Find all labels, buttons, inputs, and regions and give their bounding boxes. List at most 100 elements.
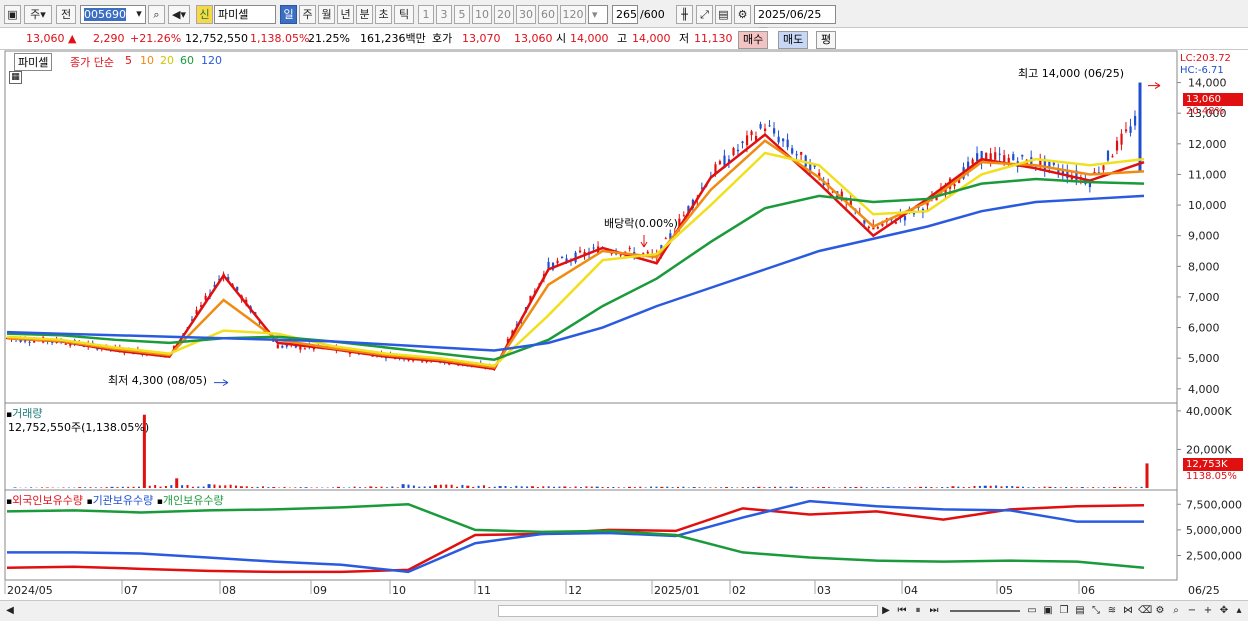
zoom-slider[interactable] [950, 610, 1020, 612]
reset-icon[interactable]: ▴ [1233, 604, 1245, 617]
volume-bar [412, 485, 415, 488]
save-icon[interactable]: ▤ [715, 5, 732, 24]
volume-bar [110, 486, 114, 488]
interval-5[interactable]: 5 [454, 5, 470, 24]
move-icon[interactable]: ✥ [1218, 604, 1230, 617]
split-icon[interactable]: ▣ [1042, 604, 1054, 617]
candle-body [682, 215, 685, 217]
interval-60[interactable]: 60 [538, 5, 558, 24]
tab-day[interactable]: 일 [280, 5, 297, 24]
volume-bar [137, 486, 140, 488]
volume-bar [375, 487, 378, 488]
date-input[interactable]: 2025/06/25 ▦ [754, 5, 836, 38]
eraser-icon[interactable]: ⌫ [1138, 604, 1152, 617]
search-icon[interactable]: ⌕ [148, 5, 165, 24]
volume-bar [121, 486, 124, 488]
volume-bar [844, 486, 847, 488]
candle-body [791, 148, 794, 154]
gear-icon[interactable]: ⚙ [734, 5, 751, 24]
tab-month[interactable]: 월 [318, 5, 335, 24]
volume-bar [741, 487, 744, 488]
volume-bar [827, 487, 830, 488]
volume-bar [1113, 487, 1117, 488]
volume-bar [132, 486, 135, 488]
volume-bar [498, 486, 502, 488]
interval-1[interactable]: 1 [418, 5, 434, 24]
volume-bar [1048, 486, 1052, 488]
interval-20[interactable]: 20 [494, 5, 514, 24]
legend-individual: 개인보유수량 [162, 494, 224, 507]
high-value: 14,000 [632, 32, 671, 45]
sell-button[interactable]: 매도 [778, 31, 809, 49]
interval-120[interactable]: 120 [560, 5, 586, 24]
candle-type-icon[interactable]: ╫ [676, 5, 693, 24]
line-tool-icon[interactable]: ⤡ [1090, 604, 1102, 617]
volume-bar [682, 486, 685, 488]
x-axis-label: 09 [313, 584, 327, 597]
x-axis-label: 04 [904, 584, 918, 597]
stock-name-field[interactable]: 파미셀 [214, 5, 276, 24]
prev-button[interactable]: 전 [56, 5, 76, 24]
compare-icon[interactable]: ▤ [1074, 604, 1086, 617]
x-axis-label: 2024/05 [7, 584, 53, 597]
legend-stock-name[interactable]: 파미셀 [14, 53, 53, 71]
scroll-right-icon[interactable]: ▶ [880, 604, 892, 617]
candle-body [998, 153, 1001, 155]
legend-foreign: 외국인보유수량 [12, 494, 83, 507]
volume-bar [401, 484, 405, 488]
candle-body [1129, 126, 1132, 133]
pause-icon[interactable]: ⏸ [912, 604, 924, 617]
speaker-icon[interactable]: ◀▾ [168, 5, 190, 24]
buy-button[interactable]: 매수 [738, 31, 769, 49]
zoom-in-icon[interactable]: + [1202, 604, 1214, 617]
volume-bar [995, 485, 998, 488]
volume-bar [763, 487, 766, 488]
first-page-icon[interactable]: ⏮ [896, 604, 908, 617]
chevron-down-icon[interactable]: ▾ [132, 5, 146, 24]
scroll-left-icon[interactable]: ◀ [4, 604, 16, 617]
tab-second[interactable]: 초 [375, 5, 392, 24]
change-value: 2,290 [93, 32, 125, 45]
volume-bar [456, 486, 459, 488]
quote-bar: 13,060 ▲ 2,290 +21.26% 12,752,550 1,138.… [0, 28, 1248, 50]
layout-icon[interactable]: ▭ [1026, 604, 1038, 617]
volume-value: 12,752,550 [185, 32, 248, 45]
volume-bar [267, 487, 270, 488]
tab-minute[interactable]: 분 [356, 5, 373, 24]
volume-bar [671, 487, 674, 488]
chart-area[interactable]: 14,000 13,000 12,000 11,000 10,000 9,000 8,000… [0, 50, 1248, 600]
tab-tick[interactable]: 틱 [394, 5, 414, 24]
candle-body [1111, 156, 1114, 158]
pattern-tool-icon[interactable]: ⋈ [1122, 604, 1134, 617]
magnifier-icon[interactable]: ⌕ [1170, 604, 1182, 617]
volume-bar [914, 487, 917, 488]
interval-dropdown[interactable]: ▾ [588, 5, 608, 24]
volume-bar [606, 487, 609, 488]
interval-30[interactable]: 30 [516, 5, 536, 24]
chart-svg[interactable]: 14,00013,00012,00011,00010,0009,0008,000… [0, 50, 1248, 600]
volume-bar [650, 486, 653, 488]
volume-bar [477, 485, 480, 488]
volume-bar [795, 486, 798, 488]
interval-10[interactable]: 10 [472, 5, 492, 24]
bar-count-input[interactable]: 265 [612, 5, 638, 24]
copy-icon[interactable]: ❐ [1058, 604, 1070, 617]
interval-3[interactable]: 3 [436, 5, 452, 24]
holding-axis-label: 7,500,000 [1186, 498, 1242, 511]
volume-bar [272, 487, 276, 488]
zoom-out-icon[interactable]: − [1186, 604, 1198, 617]
scrollbar-thumb[interactable] [498, 605, 878, 617]
last-page-icon[interactable]: ⏭ [928, 604, 940, 617]
candle-body [628, 247, 631, 250]
volume-bar [930, 486, 933, 488]
grid-toggle-icon[interactable]: ▦ [9, 71, 22, 84]
tab-year[interactable]: 년 [337, 5, 354, 24]
tab-week[interactable]: 주 [299, 5, 316, 24]
eval-button[interactable]: 평 [816, 31, 837, 49]
x-axis-label: 11 [477, 584, 491, 597]
panel-icon[interactable]: ▣ [4, 5, 21, 24]
market-select[interactable]: 주▾ [24, 5, 52, 24]
fib-tool-icon[interactable]: ≋ [1106, 604, 1118, 617]
trend-tool-icon[interactable]: ⤢ [696, 5, 713, 24]
settings-tool-icon[interactable]: ⚙ [1154, 604, 1166, 617]
